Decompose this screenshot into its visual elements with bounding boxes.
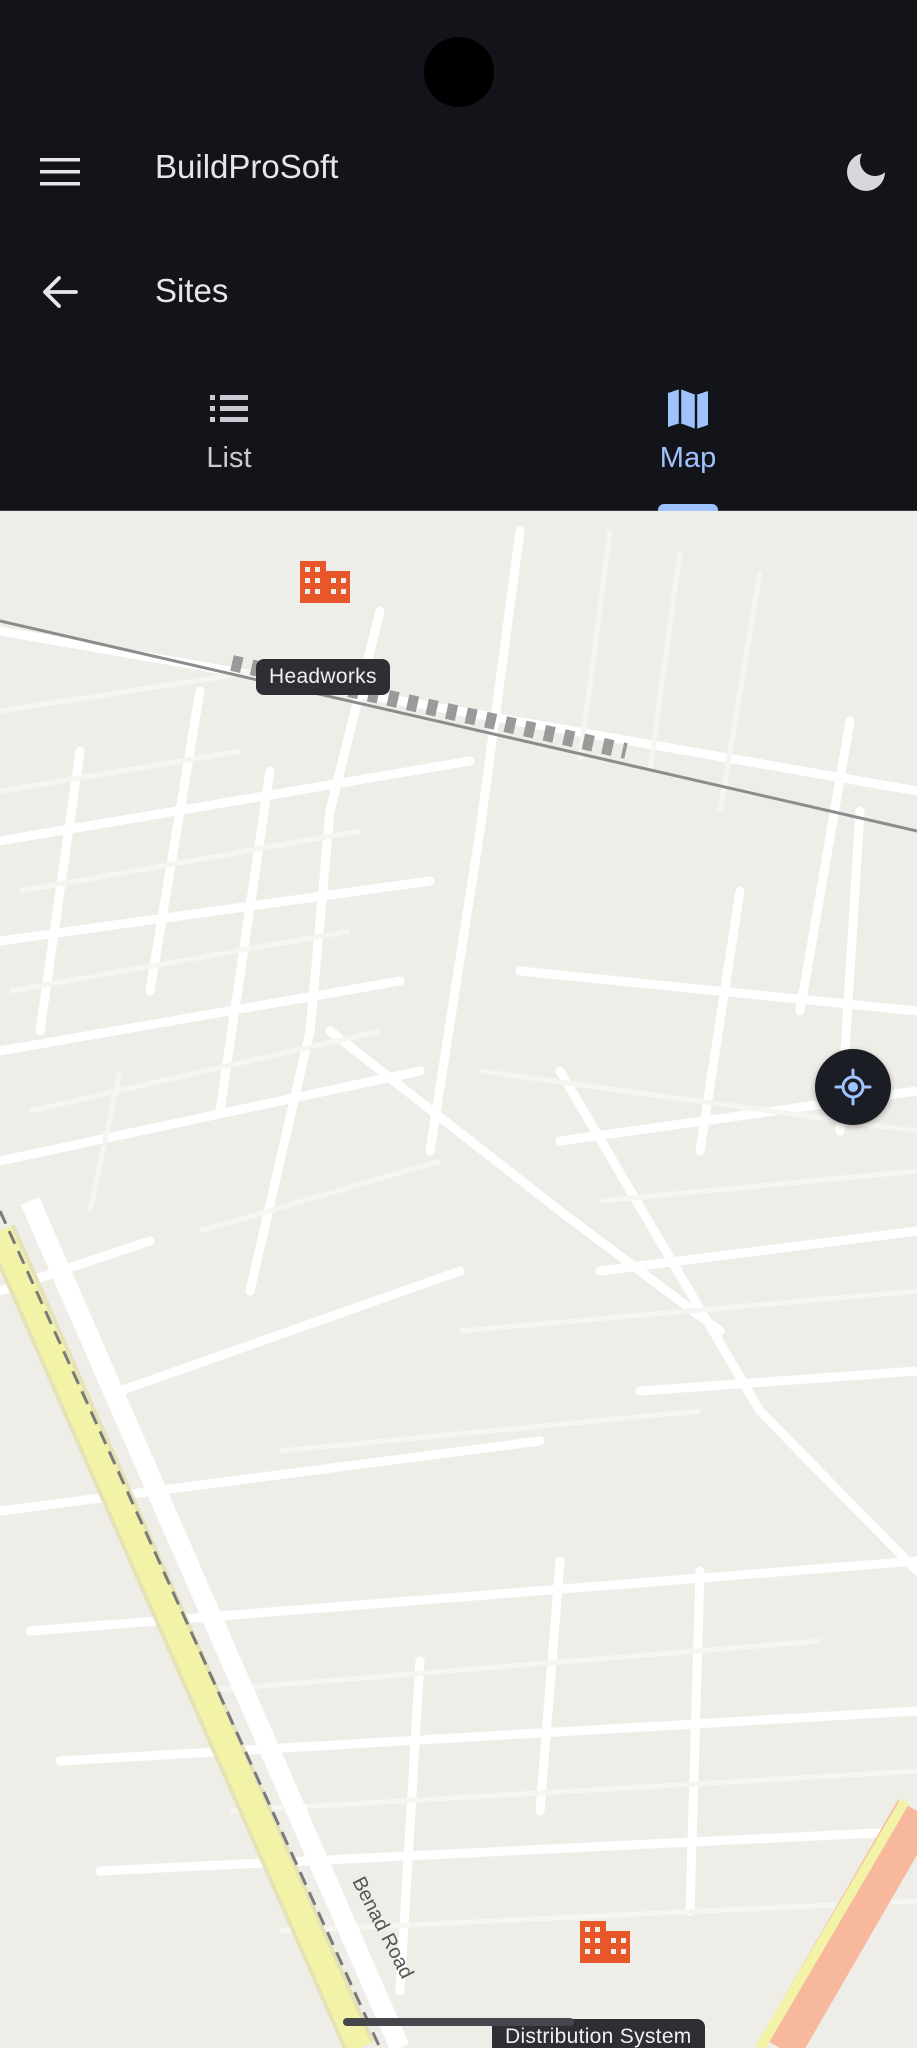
tab-list[interactable]: List [0, 360, 458, 510]
app-title: BuildProSoft [155, 148, 339, 185]
back-button[interactable] [20, 256, 100, 328]
tab-map[interactable]: Map [459, 360, 917, 511]
menu-button[interactable] [20, 140, 100, 204]
building-icon [580, 1921, 630, 1963]
front-camera [424, 37, 494, 107]
sites-map[interactable]: Benad Road Headworks Distribution System [0, 511, 917, 2048]
moon-icon [847, 153, 885, 191]
arrow-back-icon [43, 276, 78, 308]
app-bar: BuildProSoft [0, 120, 917, 224]
tab-list-label: List [206, 442, 252, 474]
building-icon [300, 561, 350, 603]
page-title: Sites [155, 272, 229, 309]
menu-icon [40, 158, 80, 186]
map-tiles: Benad Road [0, 511, 917, 2048]
my-location-icon [834, 1068, 872, 1106]
selected-tab-indicator [658, 504, 718, 511]
map-icon [668, 389, 708, 429]
view-tabs: List Map [0, 360, 917, 511]
home-indicator[interactable] [343, 2018, 574, 2026]
list-icon [210, 395, 248, 422]
locate-me-button[interactable] [815, 1049, 891, 1125]
tab-map-label: Map [659, 442, 717, 474]
marker-label: Headworks [256, 659, 390, 695]
sub-header: Sites [0, 232, 917, 352]
status-bar [0, 0, 917, 120]
theme-toggle-button[interactable] [828, 138, 904, 206]
